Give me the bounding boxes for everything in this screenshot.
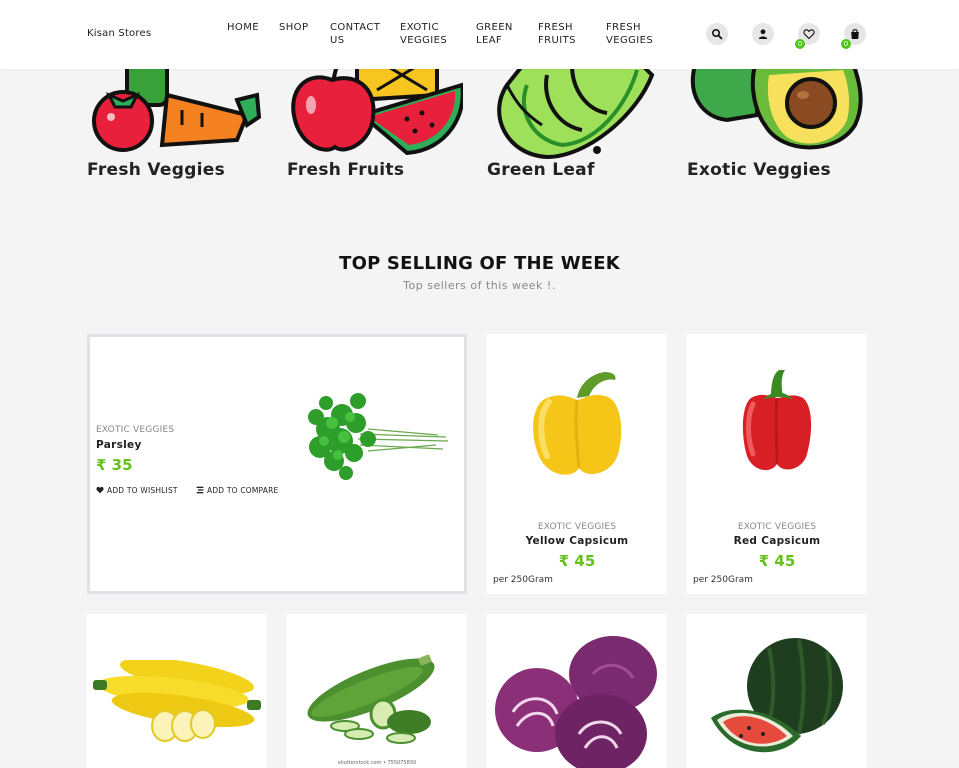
product-category: EXOTIC VEGGIES: [96, 425, 175, 435]
search-button[interactable]: [706, 23, 728, 45]
product-card[interactable]: shutterstock.com • 755075830: [287, 614, 467, 768]
product-name[interactable]: Red Capsicum: [687, 535, 867, 547]
category-exotic-veggies[interactable]: Exotic Veggies: [687, 160, 831, 180]
fruits-illustration[interactable]: [287, 53, 465, 160]
product-price: ₹ 35: [96, 456, 133, 474]
watermelon-image[interactable]: [709, 636, 849, 762]
nav-fresh-veggies[interactable]: FRESH VEGGIES: [606, 21, 662, 47]
nav-shop[interactable]: SHOP: [279, 21, 308, 34]
cart-count-badge: 0: [841, 39, 851, 49]
product-card[interactable]: [687, 614, 867, 768]
add-to-compare-link[interactable]: ADD TO COMPARE: [196, 486, 278, 495]
section-title: TOP SELLING OF THE WEEK: [339, 253, 620, 274]
heart-icon: [96, 486, 104, 494]
product-price: ₹ 45: [558, 552, 596, 570]
product-card-red-capsicum[interactable]: EXOTIC VEGGIES Red Capsicum ₹ 45 per 250…: [687, 334, 867, 594]
product-card[interactable]: [487, 614, 667, 768]
compare-label: ADD TO COMPARE: [207, 486, 279, 495]
category-green-leaf[interactable]: Green Leaf: [487, 160, 595, 180]
nav-exotic-veggies[interactable]: EXOTIC VEGGIES: [400, 21, 452, 47]
section-subtitle: Top sellers of this week !.: [403, 279, 556, 292]
nav-green-leaf[interactable]: GREEN LEAF: [476, 21, 520, 47]
product-unit: per 250Gram: [693, 575, 753, 585]
featured-product-card[interactable]: EXOTIC VEGGIES Parsley ₹ 35 ADD TO WISHL…: [87, 334, 467, 594]
site-header: Kisan Stores HOME SHOP CONTACT US EXOTIC…: [0, 0, 959, 69]
nav-contact-us[interactable]: CONTACT US: [330, 21, 382, 47]
brand-logo[interactable]: Kisan Stores: [87, 28, 151, 39]
account-button[interactable]: [752, 23, 774, 45]
shopping-bag-icon: [851, 29, 859, 39]
parsley-image[interactable]: [298, 379, 458, 491]
product-card[interactable]: [87, 614, 267, 768]
red-cabbage-image[interactable]: [493, 634, 661, 768]
compare-icon: [196, 486, 204, 494]
product-price: ₹ 45: [758, 552, 796, 570]
product-category: EXOTIC VEGGIES: [737, 522, 817, 532]
product-name[interactable]: Parsley: [96, 439, 142, 451]
avocado-illustration[interactable]: [687, 55, 863, 160]
green-zucchini-image[interactable]: [301, 650, 457, 746]
yellow-zucchini-image[interactable]: [87, 660, 267, 750]
red-capsicum-image[interactable]: [737, 366, 817, 474]
lettuce-illustration[interactable]: [487, 55, 663, 160]
nav-fresh-fruits[interactable]: FRESH FRUITS: [538, 21, 586, 47]
product-unit: per 250Gram: [493, 575, 553, 585]
search-icon: [711, 28, 723, 40]
add-to-wishlist-link[interactable]: ADD TO WISHLIST: [96, 486, 178, 495]
wishlist-label: ADD TO WISHLIST: [107, 486, 178, 495]
veggies-illustration[interactable]: [87, 53, 263, 160]
nav-home[interactable]: HOME: [227, 21, 259, 34]
product-category: EXOTIC VEGGIES: [537, 522, 617, 532]
image-watermark: shutterstock.com • 755075830: [337, 760, 417, 766]
heart-icon: [803, 29, 815, 40]
category-fresh-fruits[interactable]: Fresh Fruits: [287, 160, 404, 180]
user-icon: [758, 29, 768, 39]
wishlist-count-badge: 0: [795, 39, 805, 49]
category-fresh-veggies[interactable]: Fresh Veggies: [87, 160, 225, 180]
product-name[interactable]: Yellow Capsicum: [487, 535, 667, 547]
yellow-capsicum-image[interactable]: [527, 368, 627, 478]
product-card-yellow-capsicum[interactable]: EXOTIC VEGGIES Yellow Capsicum ₹ 45 per …: [487, 334, 667, 594]
